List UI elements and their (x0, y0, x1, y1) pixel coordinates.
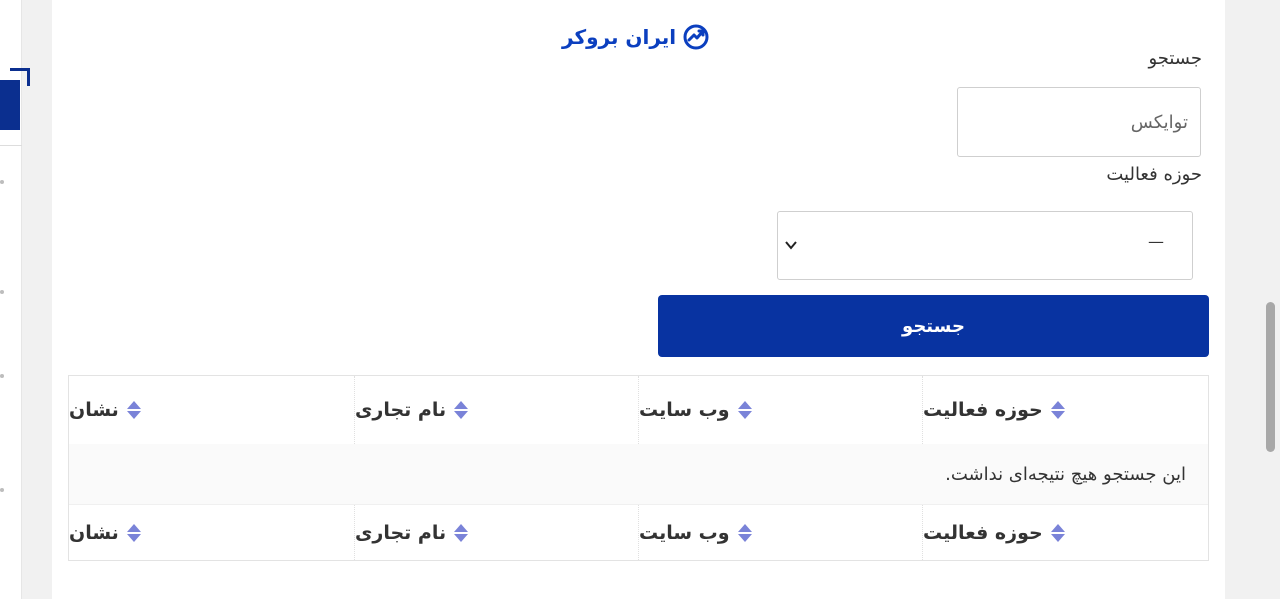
column-header-brand-name[interactable]: نام تجاری (354, 376, 638, 444)
footer-header-website[interactable]: وب سایت (638, 505, 922, 560)
search-input-value: توایکس (1130, 111, 1188, 133)
sort-icon (737, 523, 752, 542)
footer-header-logo[interactable]: نشان (69, 505, 354, 560)
results-table: حوزه فعالیت وب سایت نام تجاری نشان این ج… (68, 375, 1209, 561)
brand-logo[interactable]: ایران بروکر (562, 20, 718, 54)
footer-header-brand-name[interactable]: نام تجاری (354, 505, 638, 560)
table-header: حوزه فعالیت وب سایت نام تجاری نشان (69, 376, 1208, 444)
column-header-logo[interactable]: نشان (69, 376, 354, 444)
left-sidebar-strip (0, 0, 30, 599)
table-footer: حوزه فعالیت وب سایت نام تجاری نشان (69, 504, 1208, 560)
footer-header-activity[interactable]: حوزه فعالیت (922, 505, 1208, 560)
sidebar-divider (0, 145, 22, 146)
chevron-down-icon (785, 241, 797, 250)
sidebar-dot (0, 374, 4, 378)
scrollbar-thumb[interactable] (1266, 302, 1275, 452)
search-button[interactable]: جستجو (658, 295, 1209, 357)
sidebar-dot (0, 180, 4, 184)
activity-select[interactable]: — (777, 211, 1193, 280)
scrollbar-track[interactable] (1262, 0, 1280, 599)
empty-results-message: این جستجو هیچ نتیجه‌ای نداشت. (69, 444, 1208, 504)
sort-icon (1050, 401, 1065, 419)
activity-select-value: — (1148, 232, 1164, 251)
column-header-activity[interactable]: حوزه فعالیت (922, 376, 1208, 444)
search-label: جستجو (1148, 48, 1202, 69)
logo-text: ایران بروکر (562, 25, 677, 49)
column-header-website[interactable]: وب سایت (638, 376, 922, 444)
sidebar-active-tab[interactable] (0, 80, 20, 130)
sort-icon (454, 401, 469, 419)
sort-icon (737, 401, 752, 419)
sidebar-dot (0, 488, 4, 492)
sort-icon (126, 401, 141, 419)
chart-trend-icon (683, 24, 709, 50)
sort-icon (454, 523, 469, 542)
sort-icon (1050, 523, 1065, 542)
activity-label: حوزه فعالیت (1106, 164, 1202, 185)
sort-icon (126, 523, 141, 542)
search-input[interactable]: توایکس (957, 87, 1201, 157)
sidebar-dot (0, 290, 4, 294)
